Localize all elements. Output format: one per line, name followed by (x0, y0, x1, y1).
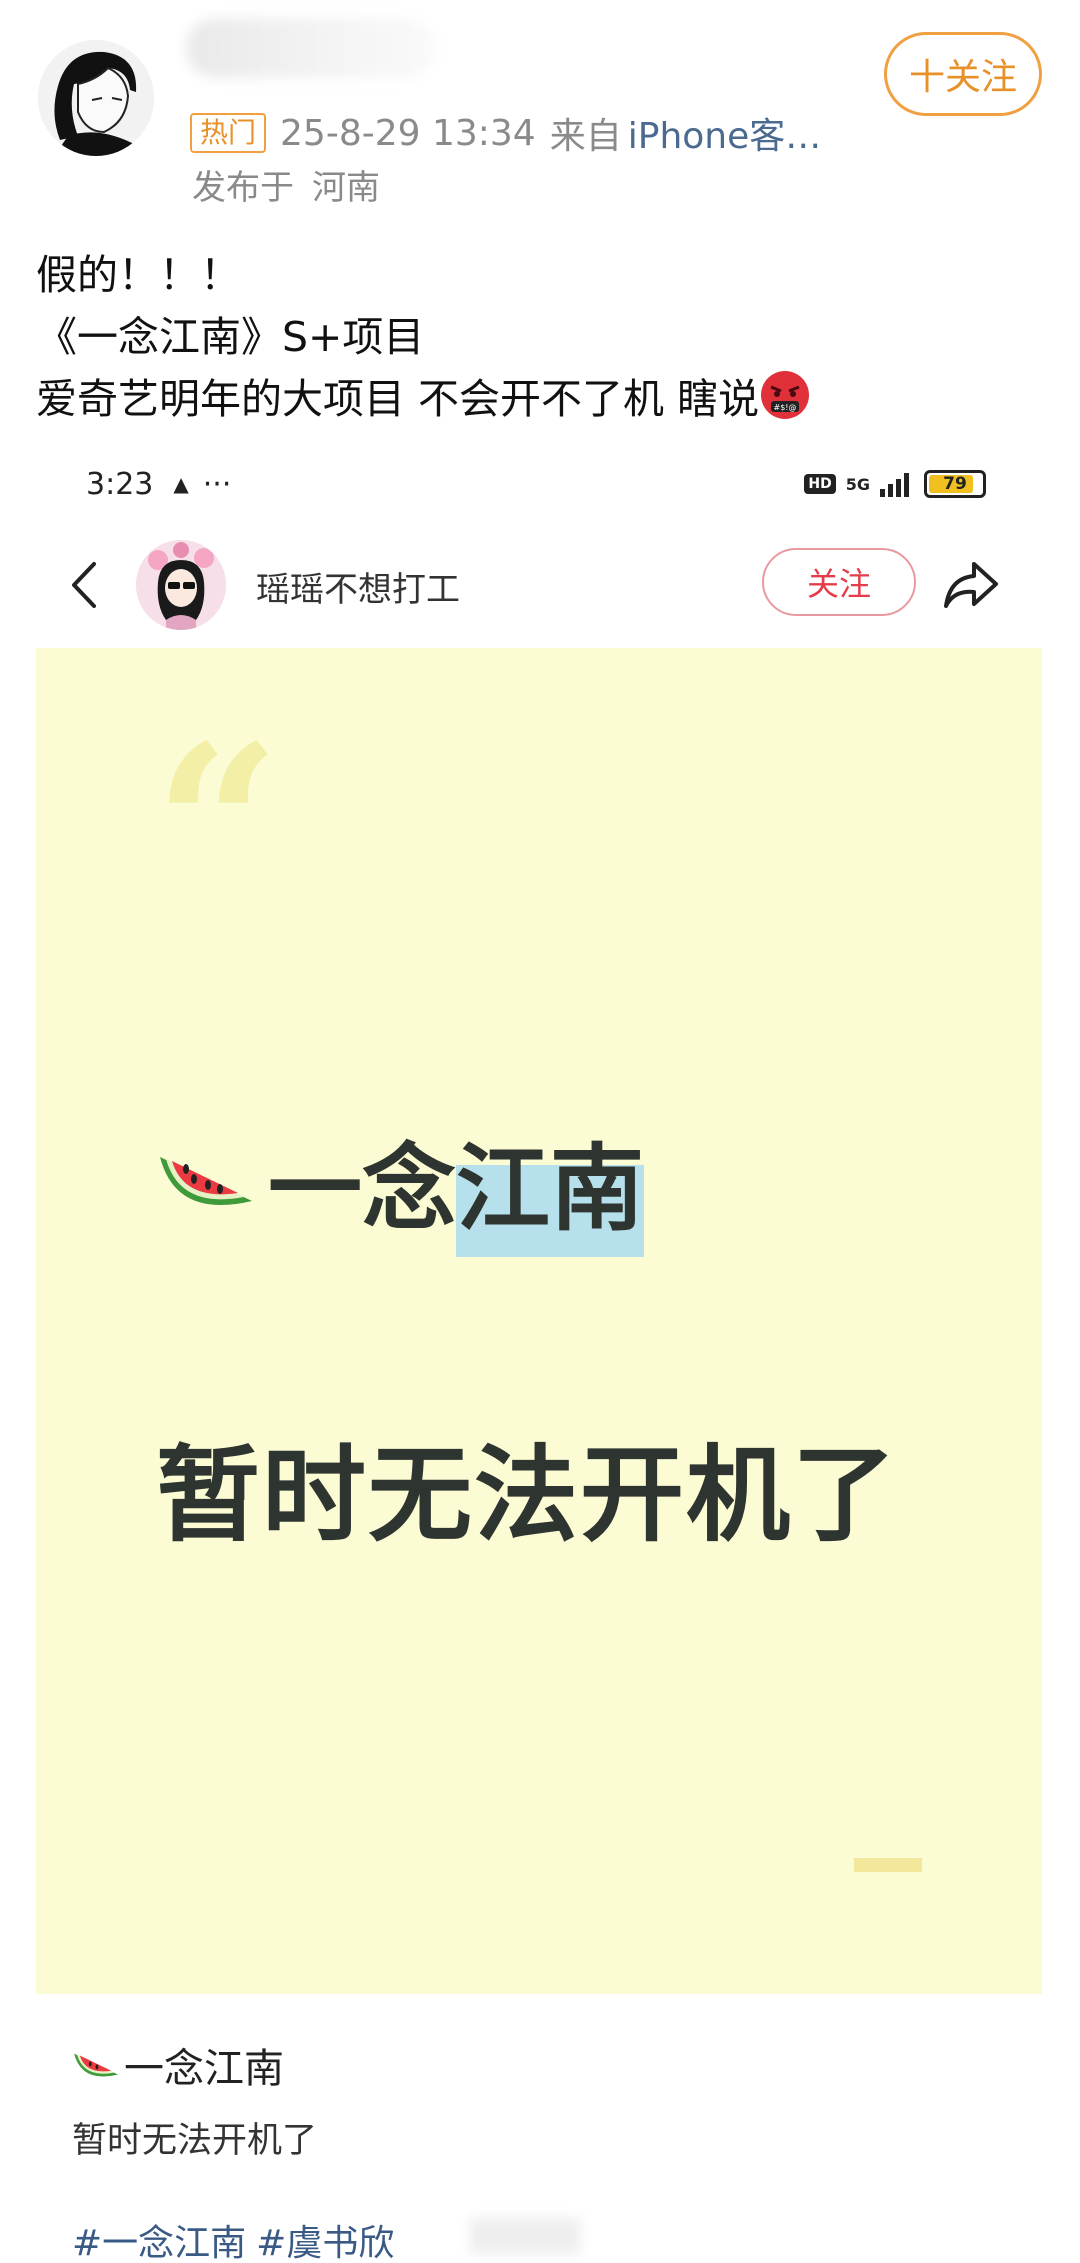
watermelon-icon (74, 2053, 118, 2077)
share-arrow-icon[interactable] (942, 556, 1000, 612)
watermelon-icon (160, 1157, 252, 1206)
status-right: HD 5G 79 (804, 462, 986, 506)
card-title-highlight: 江南 (456, 1113, 645, 1257)
caption-title: 一念江南 (72, 2036, 284, 2094)
embedded-status-bar: 3:23 ▲ ··· HD 5G 79 (86, 462, 986, 506)
tag-link[interactable]: #虞书欣 (256, 2214, 394, 2263)
card-title: 一念 江南 (156, 1126, 645, 1257)
post-line-2: 《一念江南》S+项目 (36, 313, 425, 361)
status-cat-icon: ▲ (173, 472, 189, 496)
inner-user-avatar[interactable] (136, 540, 226, 630)
location-prefix: 发布于 (192, 168, 294, 208)
author-name-blurred[interactable] (186, 18, 436, 78)
card-title-plain: 一念 (268, 1135, 457, 1244)
svg-text:#$!@: #$!@ (774, 403, 797, 412)
location-value: 河南 (312, 168, 380, 208)
post-line-1: 假的！！！ (36, 251, 241, 299)
chevron-left-icon[interactable] (64, 560, 104, 610)
network-label: 5G (845, 474, 870, 494)
follow-button[interactable]: 十关注 (884, 32, 1042, 116)
inner-user-name[interactable]: 瑶瑶不想打工 (256, 562, 460, 611)
status-time: 3:23 (86, 466, 154, 502)
status-more-icon: ··· (202, 466, 232, 502)
hot-badge: 热门 (190, 113, 267, 153)
inner-follow-button[interactable]: 关注 (762, 548, 916, 616)
signal-icon (880, 473, 909, 497)
battery-level: 79 (943, 474, 967, 494)
post-location: 发布于 河南 (192, 160, 380, 209)
caption-title-text: 一念江南 (124, 2046, 284, 2092)
quote-mark-icon: “ (154, 696, 281, 955)
post-line-3-wrap: 爱奇艺明年的大项目 不会开不了机 瞎说 #$!@ (36, 368, 1046, 430)
tag-link[interactable]: #一念江南 (72, 2214, 246, 2263)
post-source-link[interactable]: iPhone客… (628, 107, 822, 159)
hd-icon: HD (804, 474, 836, 494)
battery-icon: 79 (924, 470, 986, 498)
post-timestamp: 25-8-29 13:34 (280, 112, 536, 154)
weibo-post-screen: 热门 25-8-29 13:34 来自 iPhone客… 发布于 河南 十关注 … (0, 0, 1080, 2263)
card-subtitle: 暂时无法开机了 (156, 1434, 899, 1556)
post-body: 假的！！！ 《一念江南》S+项目 爱奇艺明年的大项目 不会开不了机 瞎说 #$!@ (36, 244, 1046, 430)
tag-blurred (470, 2218, 580, 2254)
caption-subtitle: 暂时无法开机了 (72, 2121, 318, 2161)
source-prefix: 来自 (549, 116, 622, 157)
note-cover-card[interactable]: “ 一念 江南 暂时无法开机了 (36, 648, 1042, 1994)
angry-face-icon: #$!@ (759, 369, 811, 421)
card-dash (854, 1858, 922, 1872)
tags-row: #一念江南 #虞书欣 (72, 2214, 394, 2263)
post-line-3: 爱奇艺明年的大项目 不会开不了机 瞎说 (36, 375, 760, 423)
post-meta: 热门 25-8-29 13:34 来自 iPhone客… (190, 107, 822, 159)
embedded-nav-bar: 瑶瑶不想打工 关注 (60, 540, 1020, 630)
author-avatar[interactable] (38, 40, 154, 156)
